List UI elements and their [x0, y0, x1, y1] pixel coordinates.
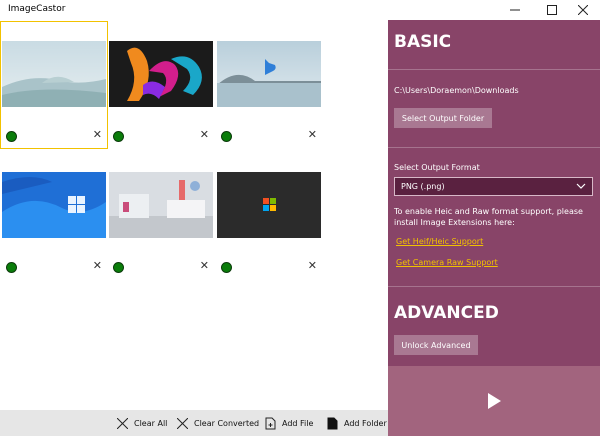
close-button[interactable]	[566, 0, 600, 20]
minimize-icon	[510, 9, 520, 11]
chevron-down-icon	[576, 181, 586, 193]
add-file-icon	[264, 417, 277, 430]
bing-logo-lake-thumbnail[interactable]	[217, 41, 321, 107]
image-gallery: ✕ ✕ ✕ ✕ ✕ ✕	[0, 20, 388, 410]
remove-image-button[interactable]: ✕	[93, 259, 102, 273]
add-file-label: Add File	[282, 418, 314, 428]
clear-converted-label: Clear Converted	[194, 418, 260, 428]
maximize-button[interactable]	[535, 0, 569, 20]
image-tile[interactable]: ✕	[216, 22, 322, 148]
clear-converted-button[interactable]: Clear Converted	[176, 416, 259, 430]
close-icon	[578, 5, 588, 15]
remove-image-button[interactable]: ✕	[93, 128, 102, 142]
add-folder-icon	[326, 417, 339, 430]
command-bar: Clear All Clear Converted Add File Add F…	[0, 410, 388, 436]
advanced-heading: ADVANCED	[394, 303, 499, 323]
clear-icon	[116, 417, 129, 430]
divider	[388, 69, 600, 70]
image-tile[interactable]: ✕	[108, 153, 214, 279]
remove-image-button[interactable]: ✕	[308, 128, 317, 142]
add-file-button[interactable]: Add File	[264, 416, 313, 430]
colorful-ribbon-thumbnail[interactable]	[109, 41, 213, 107]
status-indicator	[221, 262, 232, 273]
remove-image-button[interactable]: ✕	[200, 259, 209, 273]
output-format-label: Select Output Format	[394, 163, 480, 172]
basic-heading: BASIC	[394, 32, 452, 52]
status-indicator	[113, 262, 124, 273]
maximize-icon	[547, 5, 557, 15]
settings-panel: BASIC C:\Users\Doraemon\Downloads Select…	[388, 20, 600, 436]
output-format-value: PNG (.png)	[401, 182, 445, 191]
window-title: ImageCastor	[8, 4, 66, 14]
remove-image-button[interactable]: ✕	[308, 259, 317, 273]
image-tile[interactable]: ✕	[216, 153, 322, 279]
windows-logo-dark-thumbnail[interactable]	[217, 172, 321, 238]
output-format-select[interactable]: PNG (.png)	[394, 177, 593, 196]
image-tile[interactable]: ✕	[1, 153, 107, 279]
clear-all-button[interactable]: Clear All	[116, 416, 167, 430]
image-tile[interactable]: ✕	[108, 22, 214, 148]
unlock-advanced-button[interactable]: Unlock Advanced	[394, 335, 478, 355]
desert-landscape-thumbnail[interactable]	[2, 41, 106, 107]
status-indicator	[6, 262, 17, 273]
status-indicator	[221, 131, 232, 142]
status-indicator	[113, 131, 124, 142]
play-icon	[488, 393, 501, 409]
add-folder-label: Add Folder	[344, 418, 387, 428]
extension-help-text: To enable Heic and Raw format support, p…	[394, 207, 583, 227]
image-tile[interactable]: ✕	[0, 21, 108, 149]
add-folder-button[interactable]: Add Folder	[326, 416, 387, 430]
divider	[388, 147, 600, 148]
clear-all-label: Clear All	[134, 418, 168, 428]
minimize-button[interactable]	[498, 0, 532, 20]
status-indicator	[6, 131, 17, 142]
heif-support-link[interactable]: Get Heif/Heic Support	[396, 237, 483, 246]
office-room-thumbnail[interactable]	[109, 172, 213, 238]
windows-logo-blue-thumbnail[interactable]	[2, 172, 106, 238]
convert-button[interactable]	[388, 366, 600, 436]
title-bar: ImageCastor	[0, 0, 600, 20]
remove-image-button[interactable]: ✕	[200, 128, 209, 142]
select-output-folder-button[interactable]: Select Output Folder	[394, 108, 492, 128]
output-folder-path: C:\Users\Doraemon\Downloads	[394, 86, 519, 95]
camera-raw-support-link[interactable]: Get Camera Raw Support	[396, 258, 498, 267]
divider	[388, 286, 600, 287]
clear-icon	[176, 417, 189, 430]
